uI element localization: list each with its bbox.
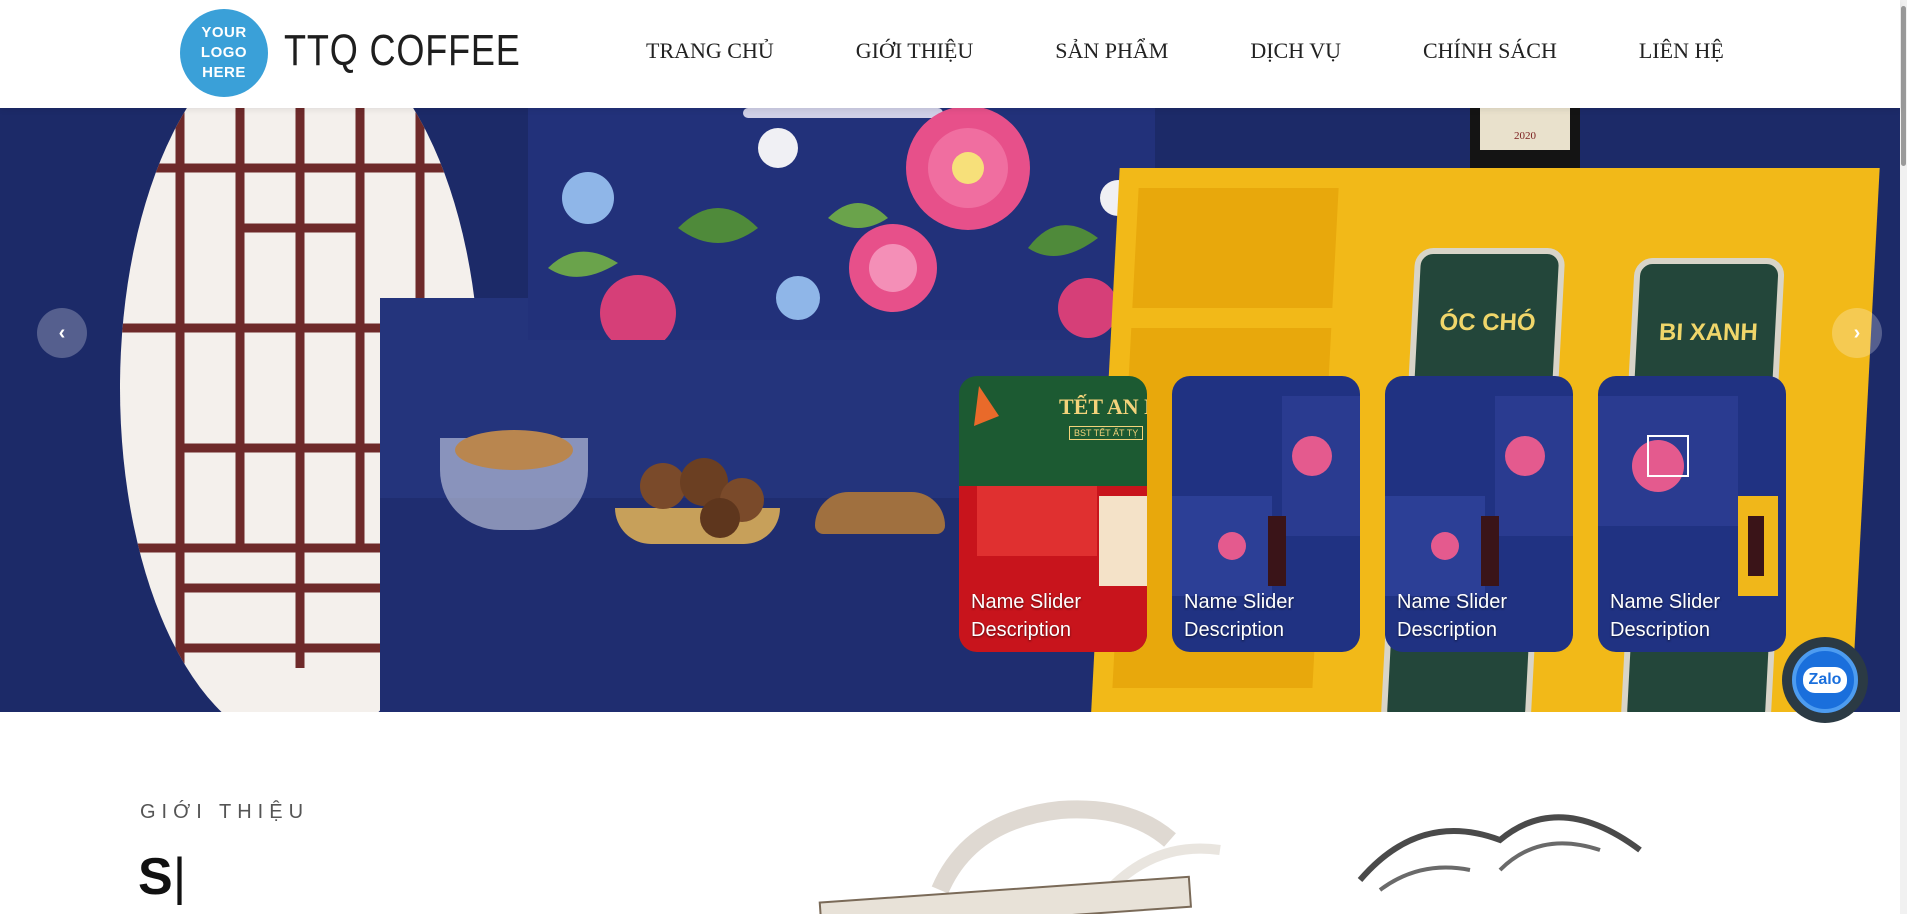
slide-caption: Name Slider Description xyxy=(1397,588,1507,644)
slide-name: Name Slider xyxy=(1397,591,1508,613)
almonds xyxy=(455,430,573,470)
nav-item-contact[interactable]: LIÊN HỆ xyxy=(1639,38,1724,64)
logo-line: HERE xyxy=(202,64,246,81)
slide-description: Description xyxy=(1397,619,1498,641)
slide-caption: Name Slider Description xyxy=(1610,588,1720,644)
nav-item-services[interactable]: DỊCH VỤ xyxy=(1250,38,1341,64)
section-heading: S| xyxy=(138,847,186,907)
slide-name: Name Slider xyxy=(1184,591,1295,613)
section-kicker: GIỚI THIỆU xyxy=(140,801,310,823)
scrollbar-thumb[interactable] xyxy=(1901,6,1906,166)
main-nav: TRANG CHỦ GIỚI THIỆU SẢN PHẨM DỊCH VỤ CH… xyxy=(646,38,1724,64)
walnuts xyxy=(815,492,945,534)
jar-label: ÓC CHÓ xyxy=(1438,309,1537,336)
logo-line: LOGO xyxy=(200,44,248,61)
nav-item-home[interactable]: TRANG CHỦ xyxy=(646,38,774,64)
slide-thumbnail[interactable]: Name Slider Description xyxy=(1598,376,1786,652)
site-header: YOUR LOGO HERE TTQ COFFEE TRANG CHỦ GIỚI… xyxy=(0,0,1900,108)
slide-name: Name Slider xyxy=(971,591,1082,613)
zalo-icon: Zalo xyxy=(1792,647,1858,713)
wine-bottle-label: 2020 xyxy=(1480,108,1570,150)
tray-compartment xyxy=(1132,188,1339,308)
thumbnail-subtitle: BST TẾT ẤT TỴ xyxy=(1069,426,1144,440)
slide-thumbnail[interactable]: TẾT AN KH BST TẾT ẤT TỴ Name Slider Desc… xyxy=(959,376,1147,652)
zalo-label: Zalo xyxy=(1802,667,1848,693)
chevron-right-icon: › xyxy=(1853,321,1861,344)
slide-caption: Name Slider Description xyxy=(971,588,1081,644)
macadamia xyxy=(640,463,686,509)
nav-item-products[interactable]: SẢN PHẨM xyxy=(1055,38,1168,64)
logo[interactable]: YOUR LOGO HERE xyxy=(180,9,268,97)
slider-prev-button[interactable]: ‹ xyxy=(37,308,87,358)
slide-description: Description xyxy=(1184,619,1285,641)
slide-thumbnail[interactable]: Name Slider Description xyxy=(1385,376,1573,652)
slide-description: Description xyxy=(971,619,1072,641)
floral-gift-box xyxy=(528,108,1155,340)
wine-year: 2020 xyxy=(1514,130,1536,142)
slider-thumbnails: TẾT AN KH BST TẾT ẤT TỴ Name Slider Desc… xyxy=(959,376,1786,652)
brand-name[interactable]: TTQ COFFEE xyxy=(284,26,521,76)
typing-cursor: | xyxy=(172,848,187,906)
nav-item-policy[interactable]: CHÍNH SÁCH xyxy=(1423,38,1557,64)
slide-name: Name Slider xyxy=(1610,591,1721,613)
slide-caption: Name Slider Description xyxy=(1184,588,1294,644)
hero-slider: 2020 ÓC CHÓ BI XANH DẺ MA ‹ › xyxy=(0,108,1900,712)
slide-description: Description xyxy=(1610,619,1711,641)
nav-item-about[interactable]: GIỚI THIỆU xyxy=(856,38,974,64)
intro-illustration xyxy=(818,800,1642,914)
macadamia xyxy=(700,498,740,538)
jar-label: BI XANH xyxy=(1658,319,1759,346)
thumbnail-title: TẾT AN KH xyxy=(1059,394,1147,419)
section-heading-text: S xyxy=(138,848,173,906)
logo-line: YOUR xyxy=(201,24,247,41)
chevron-left-icon: ‹ xyxy=(58,321,66,344)
zalo-chat-button[interactable]: Zalo xyxy=(1782,637,1868,723)
slider-next-button[interactable]: › xyxy=(1832,308,1882,358)
slide-thumbnail[interactable]: Name Slider Description xyxy=(1172,376,1360,652)
